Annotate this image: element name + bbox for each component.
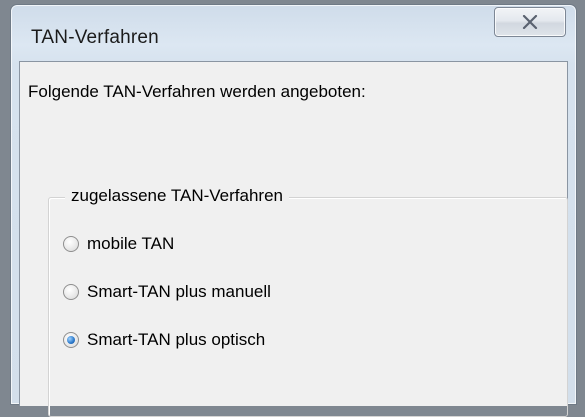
radio-button-selected[interactable] bbox=[63, 332, 79, 348]
radio-label: Smart-TAN plus optisch bbox=[87, 330, 266, 349]
tan-verfahren-dialog: TAN-Verfahren Folgende TAN-Verfahren wer… bbox=[10, 4, 577, 417]
group-label: zugelassene TAN-Verfahren bbox=[65, 186, 289, 206]
tan-method-group: zugelassene TAN-Verfahren mobile TAN Sma… bbox=[48, 186, 568, 417]
window-title: TAN-Verfahren bbox=[31, 27, 159, 48]
radio-button[interactable] bbox=[63, 236, 79, 252]
radio-option-smart-tan-manuell[interactable]: Smart-TAN plus manuell bbox=[63, 281, 271, 303]
radio-label: mobile TAN bbox=[87, 234, 175, 253]
radio-button[interactable] bbox=[63, 284, 79, 300]
title-bar[interactable]: TAN-Verfahren bbox=[11, 5, 576, 61]
dialog-client-area: Folgende TAN-Verfahren werden angeboten:… bbox=[19, 61, 568, 417]
intro-text: Folgende TAN-Verfahren werden angeboten: bbox=[28, 82, 366, 101]
close-button[interactable] bbox=[494, 7, 566, 37]
close-icon bbox=[522, 15, 538, 29]
radio-option-mobile-tan[interactable]: mobile TAN bbox=[63, 233, 174, 255]
radio-option-smart-tan-optisch[interactable]: Smart-TAN plus optisch bbox=[63, 329, 265, 351]
radio-label: Smart-TAN plus manuell bbox=[87, 282, 271, 301]
